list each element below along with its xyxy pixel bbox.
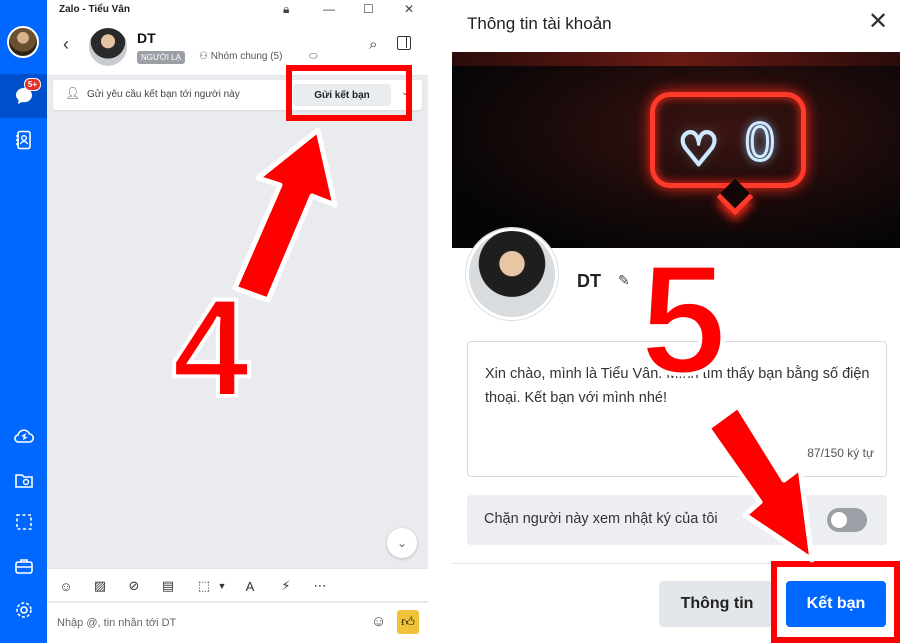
minimize-icon[interactable]: — [323,2,335,16]
thumbs-up-icon[interactable]: 👍︎ [397,610,419,634]
messages-nav-item[interactable]: 5+ [0,74,47,118]
info-button[interactable]: Thông tin [659,581,775,627]
contact-card-icon[interactable]: ▤ [159,577,177,595]
composer-toolbar: ☺ ▨ ⊘ ▤ ⬚ ▼ A ⚡︎ ⋯ [47,568,428,602]
screenshot-icon[interactable]: ⬚ [195,577,213,595]
screenshot-dropdown-icon[interactable]: ▼ [213,577,231,595]
more-options-icon[interactable]: ⋯ [311,577,329,595]
user-avatar[interactable] [7,26,39,58]
double-chevron-down-icon: ⌄ [396,536,408,550]
gear-icon [15,602,32,618]
message-composer: ☺ 👍︎ [47,603,428,643]
window-title: Zalo - Tiểu Vân [59,4,130,15]
label-tag-icon[interactable]: ⬭ [309,51,318,62]
stranger-badge: NGƯỜI LẠ [137,51,185,64]
contact-avatar[interactable] [89,28,127,66]
neon-zero-glyph: 0 [743,113,778,174]
files-nav-item[interactable] [0,458,47,502]
close-icon[interactable]: ✕ [868,10,888,34]
message-input[interactable] [57,613,357,633]
quick-message-icon[interactable]: ⚡︎ [277,577,295,595]
contact-book-icon [15,130,31,150]
unread-badge: 5+ [23,78,41,91]
block-diary-toggle[interactable] [827,508,867,532]
side-panel-icon[interactable] [397,36,411,50]
search-icon[interactable]: ⌕ [369,36,377,53]
friend-request-text: Gửi yêu cầu kết bạn tới người này [87,89,240,100]
cover-photo: ♡ 0 [452,52,900,248]
close-window-icon[interactable]: ✕ [404,2,414,16]
profile-name: DT [577,271,601,291]
lock-icon[interactable]: 🔒︎ [283,2,289,17]
neon-heart-icon: ♡ [676,122,720,177]
settings-nav-item[interactable] [0,588,47,632]
text-format-icon[interactable]: A [241,577,259,595]
add-person-icon: 👤︎ [65,86,81,100]
block-diary-label: Chặn người này xem nhật ký của tôi [484,511,718,527]
cloud-icon [13,429,34,443]
group-icon: ⚇ [199,51,211,62]
edit-pencil-icon[interactable]: ✎ [618,272,630,289]
sidebar: 5+ [0,0,47,643]
emoji-icon[interactable]: ☺ [371,613,386,630]
highlight-box-send-request [286,65,412,121]
screenshot-nav-item[interactable] [0,500,47,544]
cover-highlight [452,52,900,66]
back-chevron-icon[interactable]: ‹ [63,34,69,55]
highlight-box-add-friend [771,561,900,643]
image-icon[interactable]: ▨ [91,577,109,595]
common-groups-label: Nhóm chung (5) [210,51,283,62]
cloud-nav-item[interactable] [0,414,47,458]
maximize-icon[interactable]: ☐ [363,2,374,16]
briefcase-icon [14,559,33,574]
step-number-4: 4 [170,269,252,426]
folder-icon [14,474,33,488]
contacts-nav-item[interactable] [0,118,47,162]
block-diary-row: Chặn người này xem nhật ký của tôi [467,495,887,545]
profile-avatar[interactable] [466,228,558,320]
toolbox-nav-item[interactable] [0,544,47,588]
capture-icon [15,514,32,530]
contact-name[interactable]: DT [137,30,156,46]
window-titlebar: Zalo - Tiểu Vân 🔒︎ — ☐ ✕ [47,0,428,20]
attachment-icon[interactable]: ⊘ [125,577,143,595]
scroll-down-button[interactable]: ⌄ [387,528,417,558]
dialog-title: Thông tin tài khoản [467,14,612,33]
sticker-icon[interactable]: ☺ [57,577,75,595]
neon-bubble [650,92,806,188]
common-groups-link[interactable]: ⚇ Nhóm chung (5) [199,51,282,62]
step-number-5: 5 [638,233,729,407]
char-counter: 87/150 ký tự [807,446,874,460]
screenshot-root: 5+ Zalo - Tiểu Vân 🔒︎ — ☐ ✕ ‹ DT NGƯỜI L… [0,0,900,643]
